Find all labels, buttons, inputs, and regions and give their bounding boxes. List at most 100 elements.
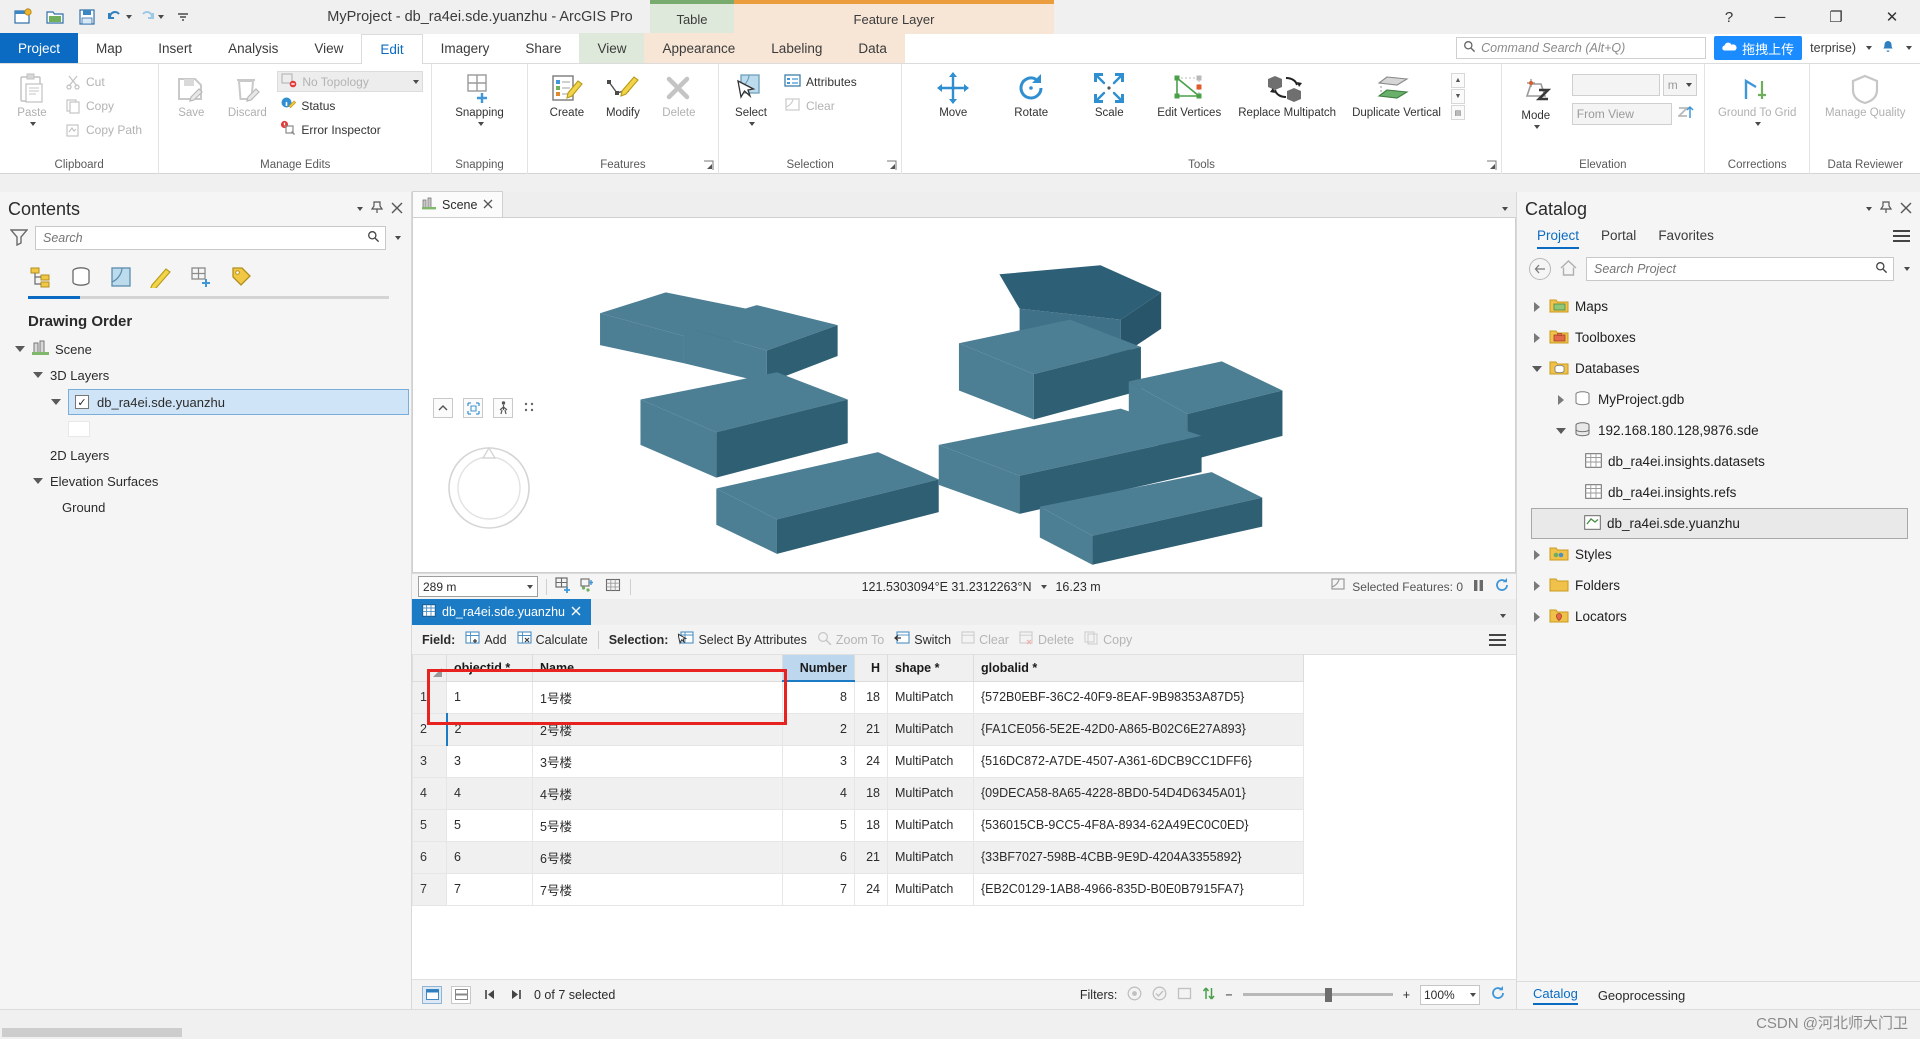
contents-pin-icon[interactable] <box>370 201 384 217</box>
table-row[interactable]: 7 7 7号楼 7 24 MultiPatch {EB2C0129-1AB8-4… <box>412 872 1304 906</box>
catalog-item-maps[interactable]: Maps <box>1531 291 1912 322</box>
zoom-in-button[interactable]: + <box>1403 988 1410 1002</box>
features-dialog-launcher-icon[interactable] <box>703 160 715 172</box>
discard-edits-button[interactable]: Discard <box>221 69 273 122</box>
copy-button[interactable]: Copy <box>62 95 145 116</box>
filter-icon[interactable] <box>9 228 29 249</box>
catalog-pin-icon[interactable] <box>1879 201 1893 217</box>
elevation-unit-caret-icon[interactable] <box>1685 83 1692 87</box>
cell-h[interactable]: 18 <box>854 808 888 842</box>
contents-close-icon[interactable] <box>391 202 403 217</box>
scene-navigator[interactable] <box>443 440 535 535</box>
window-controls[interactable]: ? ─ ❐ ✕ <box>1706 0 1920 34</box>
tab-insert[interactable]: Insert <box>140 33 210 63</box>
catalog-search-input[interactable] <box>1586 257 1894 281</box>
sde-expander-icon[interactable] <box>1555 427 1567 434</box>
add-layer-icon[interactable] <box>555 576 572 597</box>
contents-tree-item-yuanzhu[interactable]: ✓ db_ra4ei.sde.yuanzhu <box>68 389 409 415</box>
table-row[interactable]: 4 4 4号楼 4 18 MultiPatch {09DECA58-8A65-4… <box>412 776 1304 810</box>
contents-search-icon[interactable] <box>367 230 380 246</box>
contents-menu-icon[interactable] <box>357 207 363 211</box>
view-related-icon[interactable] <box>451 985 471 1004</box>
zoom-slider[interactable] <box>1242 987 1393 1003</box>
open-project-icon[interactable] <box>42 4 68 30</box>
tab-analysis[interactable]: Analysis <box>210 33 296 63</box>
scene-scale-combo[interactable]: 289 m <box>418 576 538 597</box>
column-header-globalid[interactable]: globalid * <box>973 655 1304 682</box>
tab-edit[interactable]: Edit <box>361 34 423 64</box>
copy-path-button[interactable]: Copy Path <box>62 119 145 140</box>
redo-button[interactable] <box>138 8 164 26</box>
cell-h[interactable]: 24 <box>854 744 888 778</box>
upload-chip-button[interactable]: 拖拽上传 <box>1714 36 1803 60</box>
filter-selected-icon[interactable] <box>1152 986 1167 1004</box>
toolboxes-expander-icon[interactable] <box>1531 332 1543 343</box>
cell-objectid[interactable]: 5 <box>446 808 533 842</box>
row-number[interactable]: 1 <box>412 680 447 714</box>
paste-button[interactable]: Paste <box>6 69 58 128</box>
cell-objectid[interactable]: 4 <box>446 776 533 810</box>
cell-number[interactable]: 3 <box>782 744 855 778</box>
elevation-source-field[interactable]: From View <box>1571 103 1672 125</box>
cell-shape[interactable]: MultiPatch <box>887 744 974 778</box>
myproject-gdb-expander-icon[interactable] <box>1555 394 1567 405</box>
topology-dropdown[interactable]: No Topology <box>277 71 424 92</box>
column-header-number[interactable]: Number <box>782 655 855 682</box>
catalog-item-insights-datasets[interactable]: db_ra4ei.insights.datasets <box>1531 446 1912 477</box>
list-by-labeling-icon[interactable] <box>228 264 254 290</box>
styles-expander-icon[interactable] <box>1531 549 1543 560</box>
catalog-item-myproject-gdb[interactable]: MyProject.gdb <box>1531 384 1912 415</box>
cell-shape[interactable]: MultiPatch <box>887 712 974 746</box>
yuanzhu-expander-icon[interactable] <box>50 399 62 405</box>
cell-h[interactable]: 24 <box>854 872 888 906</box>
status-button[interactable]: Status <box>277 95 423 116</box>
command-search-input[interactable]: Command Search (Alt+Q) <box>1456 37 1707 59</box>
cell-shape[interactable]: MultiPatch <box>887 840 974 874</box>
scene-nav-toolbar[interactable] <box>433 398 535 418</box>
catalog-item-folders[interactable]: Folders <box>1531 570 1912 601</box>
cell-objectid[interactable]: 3 <box>446 744 533 778</box>
elevation-surfaces-expander-icon[interactable] <box>32 478 44 484</box>
table-tab-close-icon[interactable] <box>571 605 581 619</box>
next-record-icon[interactable] <box>507 986 525 1004</box>
tab-view[interactable]: View <box>296 33 361 63</box>
save-project-icon[interactable] <box>74 4 100 30</box>
catalog-item-toolboxes[interactable]: Toolboxes <box>1531 322 1912 353</box>
walk-mode-icon[interactable] <box>493 398 513 418</box>
more-nav-icon[interactable] <box>523 401 535 416</box>
databases-expander-icon[interactable] <box>1531 365 1543 372</box>
cell-number[interactable]: 4 <box>782 776 855 810</box>
bottom-tab-geoprocessing[interactable]: Geoprocessing <box>1598 988 1685 1003</box>
sort-icon[interactable] <box>1202 986 1215 1004</box>
catalog-item-databases[interactable]: Databases <box>1531 353 1912 384</box>
delete-selection-button[interactable]: Delete <box>1019 631 1074 648</box>
cell-number[interactable]: 2 <box>782 712 855 746</box>
list-by-snapping-icon[interactable] <box>188 264 214 290</box>
contents-tree-item-elevation-surfaces[interactable]: Elevation Surfaces <box>0 468 411 494</box>
quick-access-toolbar[interactable] <box>0 4 196 30</box>
cell-globalid[interactable]: {572B0EBF-36C2-40F9-8EAF-9B98353A87D5} <box>973 680 1304 714</box>
table-row[interactable]: 1 1 1号楼 8 18 MultiPatch {572B0EBF-36C2-4… <box>412 680 1304 714</box>
catalog-tab-favorites[interactable]: Favorites <box>1658 228 1714 249</box>
select-dropdown-icon[interactable] <box>749 122 756 127</box>
tab-map[interactable]: Map <box>78 33 140 63</box>
contents-view-tabs[interactable] <box>0 256 411 290</box>
yuanzhu-visibility-checkbox[interactable]: ✓ <box>75 395 89 409</box>
catalog-item-locators[interactable]: Locators <box>1531 601 1912 632</box>
cell-number[interactable]: 7 <box>782 872 855 906</box>
tab-project[interactable]: Project <box>0 33 79 63</box>
move-tool-button[interactable]: Move <box>916 69 990 122</box>
snapping-dropdown-icon[interactable] <box>477 122 484 127</box>
ribbon-collapse-icon[interactable] <box>1906 46 1912 50</box>
first-record-icon[interactable] <box>480 986 498 1004</box>
undo-dropdown-icon[interactable] <box>126 15 132 19</box>
help-button[interactable]: ? <box>1706 0 1752 34</box>
cell-name[interactable]: 5号楼 <box>532 808 783 842</box>
clear-selection-button[interactable]: Clear <box>781 95 860 116</box>
tab-imagery[interactable]: Imagery <box>423 33 508 63</box>
cell-globalid[interactable]: {536015CB-9CC5-4F8A-8934-62A49EC0C0ED} <box>973 808 1304 842</box>
ribbon-tab-strip[interactable]: Project Map Insert Analysis View Edit Im… <box>0 33 1920 64</box>
locators-expander-icon[interactable] <box>1531 611 1543 622</box>
select-all-corner[interactable] <box>412 655 447 682</box>
view-tab-scene-close-icon[interactable] <box>483 198 493 212</box>
